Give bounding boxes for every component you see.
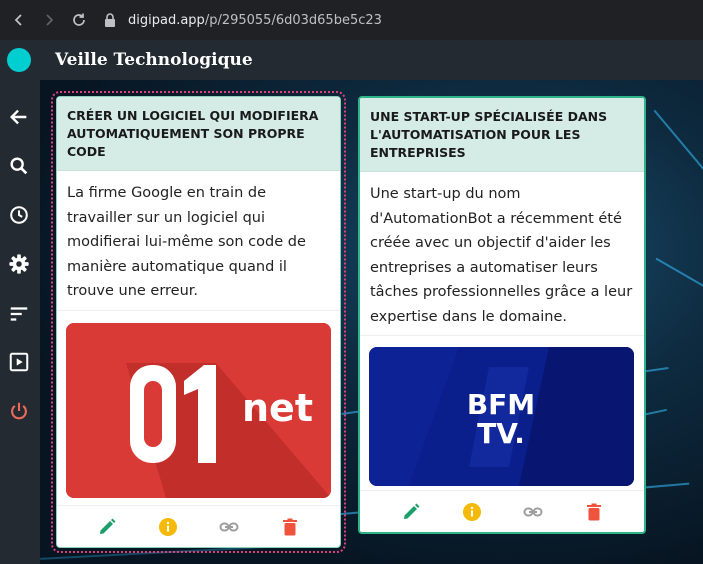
power-icon	[11, 402, 27, 420]
card-text: Une start-up du nom d'AutomationBot a ré…	[360, 172, 644, 336]
info-button[interactable]	[461, 501, 483, 523]
svg-text:net: net	[242, 386, 313, 430]
edit-button[interactable]	[400, 501, 422, 523]
link-button[interactable]	[522, 501, 544, 523]
url-path: /p/295055/6d03d65be5c23	[204, 12, 382, 28]
sidebar	[0, 40, 40, 564]
info-button[interactable]	[157, 516, 179, 538]
card-01net[interactable]: Créer un logiciel qui modifiera automati…	[51, 91, 346, 553]
card-bfmtv[interactable]: Une start-up spécialisée dans l'automati…	[358, 96, 646, 534]
history-button[interactable]	[6, 202, 32, 228]
card-title: Une start-up spécialisée dans l'automati…	[360, 98, 644, 172]
delete-button[interactable]	[583, 501, 605, 523]
info-icon	[159, 517, 178, 536]
back-arrow-button[interactable]	[6, 104, 32, 130]
reload-button[interactable]	[68, 9, 90, 31]
app-header: Veille Technologique	[40, 40, 703, 80]
chevron-right-icon	[46, 14, 54, 26]
address-bar[interactable]: digipad.app/p/295055/6d03d65be5c23	[104, 13, 382, 28]
back-button[interactable]	[8, 9, 30, 31]
link-button[interactable]	[218, 516, 240, 538]
link-icon	[523, 507, 542, 516]
bfmtv-logo: BFM TV.	[369, 347, 634, 486]
trash-icon	[282, 518, 297, 535]
reload-icon	[73, 13, 85, 26]
back-arrow-icon	[9, 109, 27, 125]
settings-button[interactable]	[6, 251, 32, 277]
link-icon	[219, 522, 239, 531]
url-host: digipad.app	[128, 12, 205, 28]
page-title: Veille Technologique	[55, 50, 253, 70]
lock-icon	[104, 13, 116, 27]
play-icon	[9, 352, 29, 372]
pencil-icon	[100, 518, 116, 534]
edit-button[interactable]	[96, 516, 118, 538]
svg-text:TV.: TV.	[477, 417, 525, 450]
trash-icon	[586, 503, 601, 520]
01net-logo: net	[66, 323, 331, 498]
browser-toolbar: digipad.app/p/295055/6d03d65be5c23	[0, 0, 703, 40]
card-actions	[360, 490, 644, 532]
card-title: Créer un logiciel qui modifiera automati…	[57, 97, 340, 171]
sort-button[interactable]	[6, 301, 32, 327]
chevron-left-icon	[14, 14, 22, 26]
avatar[interactable]	[7, 48, 31, 72]
card-image-01net[interactable]: net	[66, 323, 331, 498]
card-text: La firme Google en train de travailler s…	[57, 171, 340, 311]
logout-button[interactable]	[6, 398, 32, 424]
info-icon	[462, 502, 481, 521]
sort-icon	[10, 307, 28, 321]
search-button[interactable]	[6, 153, 32, 179]
history-clock-icon	[10, 206, 28, 224]
pencil-icon	[403, 503, 419, 519]
gear-icon	[9, 254, 29, 274]
forward-button[interactable]	[38, 9, 60, 31]
card-image-bfmtv[interactable]: BFM TV.	[369, 347, 634, 486]
search-icon	[10, 157, 28, 175]
slideshow-button[interactable]	[6, 349, 32, 375]
delete-button[interactable]	[279, 516, 301, 538]
card-actions	[57, 505, 340, 547]
